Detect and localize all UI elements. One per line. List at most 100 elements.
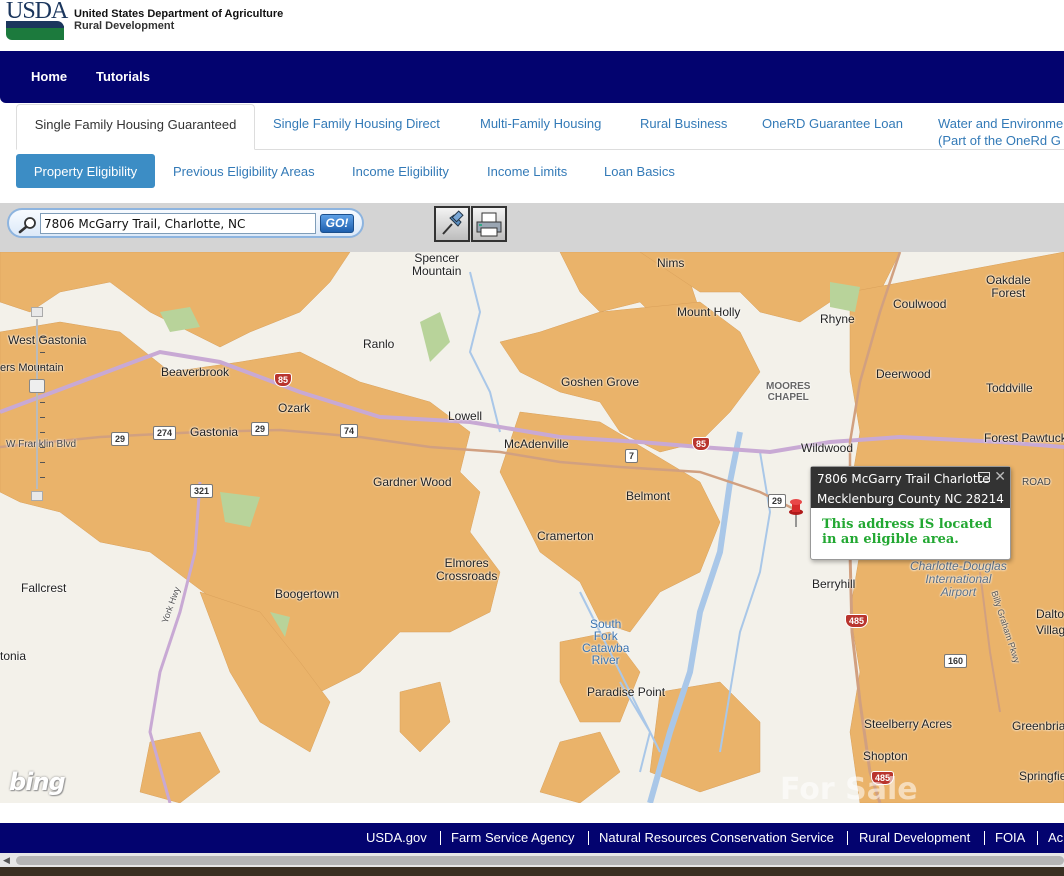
- shield-i85-east: 85: [692, 437, 711, 451]
- place-ozark: Ozark: [278, 401, 311, 415]
- nav-tutorials[interactable]: Tutorials: [96, 69, 150, 84]
- place-nims: Nims: [657, 256, 685, 270]
- zoom-tick: [40, 337, 45, 338]
- place-shopton: Shopton: [863, 749, 908, 763]
- agency-subtitle: Rural Development: [74, 20, 175, 32]
- location-pin-icon[interactable]: [786, 498, 806, 528]
- footer-link-rural-development[interactable]: Rural Development: [859, 830, 970, 845]
- shield-us29-west: 29: [111, 432, 130, 446]
- place-cramerton: Cramerton: [537, 529, 594, 543]
- place-oakdale-forest: Oakdale Forest: [986, 273, 1031, 300]
- footer-link-nrcs[interactable]: Natural Resources Conservation Service: [599, 830, 834, 845]
- popup-address-line2: Mecklenburg County NC 28214: [817, 492, 1004, 506]
- pushpin-button[interactable]: [434, 206, 470, 242]
- zoom-tick: [40, 352, 45, 353]
- scrollbar-thumb[interactable]: [16, 856, 1064, 865]
- place-springfield: Springfie: [1019, 769, 1064, 783]
- place-lowell: Lowell: [448, 409, 483, 423]
- shield-nc160: 160: [944, 654, 968, 668]
- subtab-property-eligibility[interactable]: Property Eligibility: [16, 154, 155, 188]
- zoom-slider[interactable]: [29, 307, 45, 503]
- footer-divider: [440, 831, 441, 845]
- place-mcadenville: McAdenville: [504, 437, 569, 451]
- place-coulwood: Coulwood: [893, 297, 947, 311]
- place-deerwood: Deerwood: [876, 367, 931, 381]
- shield-nc274: 274: [153, 426, 177, 440]
- shield-i85-west: 85: [274, 373, 293, 387]
- taskbar-strip: [0, 867, 1064, 876]
- footer-divider: [588, 831, 589, 845]
- place-gastonia-edge: tonia: [0, 649, 27, 663]
- scroll-left-icon[interactable]: ◀: [3, 855, 10, 866]
- subtab-income-limits[interactable]: Income Limits: [487, 154, 567, 188]
- place-belmont: Belmont: [626, 489, 671, 503]
- printer-icon: [476, 212, 502, 237]
- print-button[interactable]: [471, 206, 507, 242]
- zoom-out-button[interactable]: [31, 491, 43, 501]
- zoom-tick: [40, 447, 45, 448]
- zoom-in-button[interactable]: [31, 307, 43, 317]
- site-footer: USDA.gov Farm Service Agency Natural Res…: [0, 823, 1064, 853]
- place-paradise-point: Paradise Point: [587, 685, 666, 699]
- logo-swoosh: [6, 21, 64, 40]
- maximize-icon[interactable]: [978, 472, 990, 482]
- zoom-tick: [40, 462, 45, 463]
- shield-us321: 321: [190, 484, 214, 498]
- nav-home[interactable]: Home: [31, 69, 67, 84]
- place-goshen-grove: Goshen Grove: [561, 375, 640, 389]
- place-dalton-village: Dalto Villag: [1036, 607, 1064, 637]
- place-gardner-wood: Gardner Wood: [373, 475, 452, 489]
- road-label-road: ROAD: [1022, 477, 1051, 488]
- place-gastonia: Gastonia: [190, 425, 239, 439]
- site-header: USDA United States Department of Agricul…: [0, 0, 1064, 51]
- watermark: For Sale: [780, 772, 918, 803]
- footer-divider: [847, 831, 848, 845]
- tab-rural-business[interactable]: Rural Business: [640, 104, 727, 150]
- eligibility-map[interactable]: Spencer Mountain Nims Oakdale Forest Coulw…: [0, 252, 1064, 803]
- place-greenbriar: Greenbria: [1012, 719, 1064, 733]
- tab-water-line2: (Part of the OneRd G: [938, 133, 1061, 148]
- shield-us74: 74: [340, 424, 359, 438]
- place-steelberry-acres: Steelberry Acres: [864, 717, 953, 731]
- agency-name: United States Department of Agriculture: [74, 8, 284, 20]
- place-moores-chapel: MOORES CHAPEL: [766, 381, 811, 403]
- footer-link-foia[interactable]: FOIA: [995, 830, 1025, 845]
- tab-water-and-environmental[interactable]: Water and Environme (Part of the OneRd G: [938, 104, 1063, 150]
- place-wildwood: Wildwood: [801, 441, 854, 455]
- place-boogertown: Boogertown: [275, 587, 340, 601]
- address-input[interactable]: [40, 213, 316, 234]
- address-popup: 7806 McGarry Trail Charlotte Mecklenburg…: [810, 466, 1011, 560]
- zoom-tick: [40, 417, 45, 418]
- place-mount-holly: Mount Holly: [677, 305, 741, 319]
- search-icon: [18, 217, 36, 234]
- footer-link-usda-gov[interactable]: USDA.gov: [366, 830, 427, 845]
- place-ranlo: Ranlo: [363, 337, 395, 351]
- place-elmores-crossroads: Elmores Crossroads: [436, 556, 498, 583]
- subtab-previous-eligibility-areas[interactable]: Previous Eligibility Areas: [173, 154, 315, 188]
- popup-address-line1: 7806 McGarry Trail Charlotte: [817, 472, 990, 486]
- zoom-tick: [40, 477, 45, 478]
- footer-link-accessibility[interactable]: Ac: [1048, 830, 1063, 845]
- place-rhyne: Rhyne: [820, 312, 855, 326]
- tab-single-family-housing-guaranteed[interactable]: Single Family Housing Guaranteed: [16, 104, 255, 150]
- shield-us29-east: 29: [768, 494, 787, 508]
- tab-onerd-guarantee-loan[interactable]: OneRD Guarantee Loan: [762, 104, 903, 150]
- horizontal-scrollbar[interactable]: ◀: [0, 853, 1064, 867]
- place-forest-pawtuckett: Forest Pawtuck: [984, 431, 1064, 445]
- tab-single-family-housing-direct[interactable]: Single Family Housing Direct: [273, 104, 440, 150]
- go-button[interactable]: GO!: [320, 214, 354, 233]
- tab-multi-family-housing[interactable]: Multi-Family Housing: [480, 104, 601, 150]
- subtab-income-eligibility[interactable]: Income Eligibility: [352, 154, 449, 188]
- footer-link-farm-service-agency[interactable]: Farm Service Agency: [451, 830, 575, 845]
- shield-i485-north: 485: [845, 614, 869, 628]
- zoom-thumb[interactable]: [29, 379, 45, 393]
- subtab-loan-basics[interactable]: Loan Basics: [604, 154, 675, 188]
- footer-divider: [984, 831, 985, 845]
- main-nav: Home Tutorials: [0, 51, 1064, 103]
- tab-water-line1: Water and Environme: [938, 116, 1064, 131]
- zoom-track: [36, 319, 38, 489]
- zoom-tick: [40, 402, 45, 403]
- eligibility-status: This address IS located in an eligible a…: [822, 517, 993, 547]
- map-toolbar: GO!: [0, 203, 1064, 252]
- close-icon[interactable]: ✕: [994, 468, 1006, 485]
